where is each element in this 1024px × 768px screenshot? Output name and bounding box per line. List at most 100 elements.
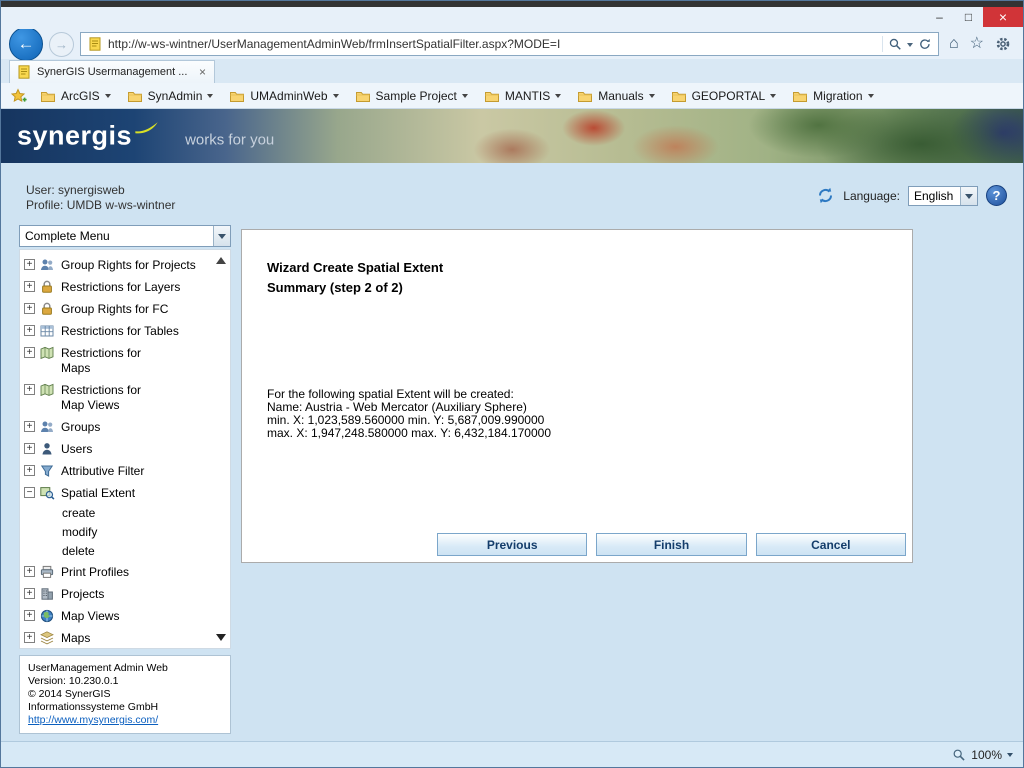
favorites-item-sample-project[interactable]: Sample Project xyxy=(355,88,468,104)
tree-item-print-profiles[interactable]: +Print Profiles xyxy=(24,561,214,583)
tree-item-spatial-extent[interactable]: −Spatial Extent xyxy=(24,482,214,504)
search-icon[interactable] xyxy=(888,37,902,51)
folder-icon xyxy=(40,88,56,104)
chevron-down-icon xyxy=(105,94,111,101)
language-select[interactable]: English xyxy=(908,186,978,206)
user-info: User: synergisweb Profile: UMDB w-ws-win… xyxy=(26,183,175,213)
reload-icon[interactable] xyxy=(816,186,835,205)
tree-subitem-create[interactable]: create xyxy=(24,504,214,523)
favorites-star-icon[interactable]: ☆ xyxy=(970,36,984,52)
tree-expand-box[interactable]: + xyxy=(24,384,35,395)
tree-expand-box[interactable]: + xyxy=(24,421,35,432)
tree-item-users[interactable]: +Users xyxy=(24,438,214,460)
settings-gear-icon[interactable] xyxy=(995,36,1011,52)
autocomplete-chevron-down-icon[interactable] xyxy=(907,43,913,50)
language-controls: Language: English ? xyxy=(816,185,1007,206)
tree-expand-box[interactable]: + xyxy=(24,632,35,643)
company-link[interactable]: http://www.mysynergis.com/ xyxy=(28,714,222,727)
url-text[interactable]: http://w-ws-wintner/UserManagementAdminW… xyxy=(108,37,877,51)
tree-expand-box[interactable]: + xyxy=(24,610,35,621)
help-button[interactable]: ? xyxy=(986,185,1007,206)
profile-line: Profile: UMDB w-ws-wintner xyxy=(26,198,175,213)
wizard-title: Wizard Create Spatial Extent xyxy=(267,258,443,278)
browser-tab[interactable]: SynerGIS Usermanagement ... × xyxy=(9,60,215,83)
refresh-icon[interactable] xyxy=(918,37,932,51)
tree-expand-box[interactable]: + xyxy=(24,281,35,292)
tree-item-restrictions-for-map-views[interactable]: +Restrictions for Map Views xyxy=(24,379,214,416)
favorites-item-migration[interactable]: Migration xyxy=(792,88,873,104)
previous-button[interactable]: Previous xyxy=(437,533,587,556)
window-titlebar[interactable]: – □ × xyxy=(1,7,1023,29)
tree-subitem-modify[interactable]: modify xyxy=(24,523,214,542)
spatial-extent-icon xyxy=(39,485,57,501)
address-bar[interactable]: http://w-ws-wintner/UserManagementAdminW… xyxy=(80,32,939,56)
tree-item-group-rights-for-fc[interactable]: +Group Rights for FC xyxy=(24,298,214,320)
tree-subitem-delete[interactable]: delete xyxy=(24,542,214,561)
add-favorite-icon[interactable] xyxy=(11,88,27,104)
minimize-button[interactable]: – xyxy=(925,7,954,27)
tree-item-map-views[interactable]: +Map Views xyxy=(24,605,214,627)
tree-expand-box[interactable]: + xyxy=(24,566,35,577)
menu-mode-select-button[interactable] xyxy=(213,226,230,246)
lock-icon xyxy=(39,279,57,295)
user-line: User: synergisweb xyxy=(26,183,175,198)
tab-title: SynerGIS Usermanagement ... xyxy=(37,66,192,78)
chevron-down-icon xyxy=(770,94,776,101)
tab-close-icon[interactable]: × xyxy=(197,65,208,79)
wizard-buttons: Previous Finish Cancel xyxy=(437,533,906,556)
maximize-button[interactable]: □ xyxy=(954,7,983,27)
tree-item-restrictions-for-layers[interactable]: +Restrictions for Layers xyxy=(24,276,214,298)
favorites-item-label: Manuals xyxy=(598,89,643,103)
favorites-item-label: Sample Project xyxy=(376,89,457,103)
tree-expand-box[interactable]: + xyxy=(24,303,35,314)
banner: synergis works for you xyxy=(1,109,1023,163)
close-button[interactable]: × xyxy=(983,7,1023,27)
wizard-panel: Wizard Create Spatial Extent Summary (st… xyxy=(241,229,913,563)
chevron-down-icon xyxy=(965,194,973,203)
folder-icon xyxy=(127,88,143,104)
scroll-up-button[interactable] xyxy=(216,257,226,264)
favorites-item-synadmin[interactable]: SynAdmin xyxy=(127,88,214,104)
wizard-header: Wizard Create Spatial Extent Summary (st… xyxy=(267,258,443,298)
scroll-down-button[interactable] xyxy=(216,634,226,641)
forward-button[interactable]: → xyxy=(49,32,74,57)
cancel-button[interactable]: Cancel xyxy=(756,533,906,556)
tree-expand-box[interactable]: + xyxy=(24,347,35,358)
tree-item-label: Maps xyxy=(61,630,90,646)
tab-bar: SynerGIS Usermanagement ... × xyxy=(1,59,1023,83)
tree-expand-box[interactable]: + xyxy=(24,465,35,476)
menu-mode-select[interactable]: Complete Menu xyxy=(19,225,231,247)
favorites-bar: ArcGIS SynAdmin UMAdminWeb Sample Project MA… xyxy=(1,83,1023,109)
tree-item-attributive-filter[interactable]: +Attributive Filter xyxy=(24,460,214,482)
map-icon xyxy=(39,382,57,398)
chevron-down-icon xyxy=(555,94,561,101)
building-icon xyxy=(39,586,57,602)
favorites-item-geoportal[interactable]: GEOPORTAL xyxy=(671,88,777,104)
language-select-button[interactable] xyxy=(960,187,977,205)
tree-expand-box[interactable]: + xyxy=(24,259,35,270)
finish-button[interactable]: Finish xyxy=(596,533,746,556)
favorites-item-mantis[interactable]: MANTIS xyxy=(484,88,561,104)
globe-icon xyxy=(39,608,57,624)
menu-mode-select-value: Complete Menu xyxy=(20,229,213,243)
tree-item-restrictions-for-maps[interactable]: +Restrictions for Maps xyxy=(24,342,214,379)
people-icon xyxy=(39,419,57,435)
tree-item-groups[interactable]: +Groups xyxy=(24,416,214,438)
zoom-control[interactable]: 100% xyxy=(952,748,1013,762)
tree-item-projects[interactable]: +Projects xyxy=(24,583,214,605)
favorites-item-arcgis[interactable]: ArcGIS xyxy=(40,88,111,104)
tree-item-label: Restrictions for Tables xyxy=(61,323,179,339)
tree-expand-box[interactable]: + xyxy=(24,588,35,599)
home-icon[interactable]: ⌂ xyxy=(949,36,959,52)
tree-collapse-box[interactable]: − xyxy=(24,487,35,498)
tree-item-restrictions-for-tables[interactable]: + Restrictions for Tables xyxy=(24,320,214,342)
tree-item-maps[interactable]: + Maps xyxy=(24,627,214,649)
zoom-level: 100% xyxy=(971,748,1002,762)
favorites-item-manuals[interactable]: Manuals xyxy=(577,88,654,104)
favorites-item-umadminweb[interactable]: UMAdminWeb xyxy=(229,88,338,104)
tree-expand-box[interactable]: + xyxy=(24,325,35,336)
tree-item-group-rights-for-projects[interactable]: +Group Rights for Projects xyxy=(24,254,214,276)
tree-items: +Group Rights for Projects+Restrictions … xyxy=(20,250,230,649)
back-button[interactable]: ← xyxy=(9,27,43,61)
tree-expand-box[interactable]: + xyxy=(24,443,35,454)
